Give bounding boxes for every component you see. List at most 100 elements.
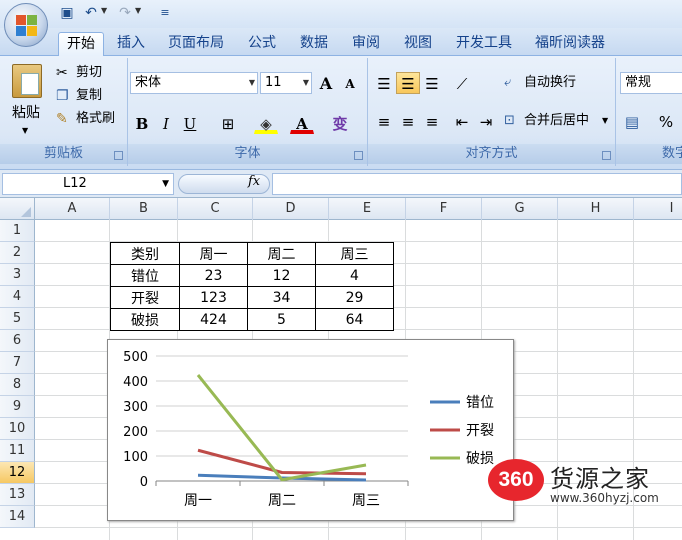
table-cell[interactable]: 12	[247, 264, 316, 287]
column-header-a[interactable]: A	[35, 198, 110, 220]
table-header-cell[interactable]: 类别	[110, 242, 180, 265]
y-tick-label: 300	[123, 400, 148, 415]
tab-view[interactable]: 视图	[396, 32, 440, 56]
row-header-13[interactable]: 13	[0, 484, 35, 506]
tab-home[interactable]: 开始	[58, 32, 104, 56]
table-header-cell[interactable]: 周二	[247, 242, 316, 265]
formula-input[interactable]	[272, 173, 682, 195]
tab-review[interactable]: 审阅	[344, 32, 388, 56]
grow-font-button[interactable]: A	[314, 72, 338, 94]
x-tick-label: 周一	[184, 493, 212, 509]
fill-color-icon[interactable]: ◈	[254, 112, 278, 134]
table-cell[interactable]: 29	[315, 286, 394, 309]
column-header-c[interactable]: C	[178, 198, 253, 220]
column-header-h[interactable]: H	[558, 198, 634, 220]
row-header-8[interactable]: 8	[0, 374, 35, 396]
select-all-button[interactable]	[0, 198, 35, 220]
underline-button[interactable]: U	[178, 112, 202, 134]
tab-formulas[interactable]: 公式	[240, 32, 284, 56]
align-center-icon[interactable]: ≡	[396, 110, 420, 132]
italic-button[interactable]: I	[154, 112, 178, 134]
row-header-5[interactable]: 5	[0, 308, 35, 330]
table-cell[interactable]: 开裂	[110, 286, 180, 309]
column-header-i[interactable]: I	[634, 198, 682, 220]
row-header-3[interactable]: 3	[0, 264, 35, 286]
orientation-icon[interactable]: ⟋	[450, 72, 474, 94]
tab-page-layout[interactable]: 页面布局	[160, 32, 232, 56]
redo-icon[interactable]: ↷	[116, 4, 134, 22]
merge-center-button[interactable]: 合并后居中	[524, 110, 589, 132]
clipboard-launcher-icon[interactable]	[114, 151, 123, 160]
wrap-text-button[interactable]: 自动换行	[524, 72, 576, 94]
number-format-select[interactable]: 常规	[620, 72, 682, 94]
decrease-indent-icon[interactable]: ⇤	[450, 110, 474, 132]
table-cell[interactable]: 23	[179, 264, 248, 287]
table-cell[interactable]: 5	[247, 308, 316, 331]
paste-dropdown-icon[interactable]: ▼	[22, 120, 28, 142]
column-header-d[interactable]: D	[253, 198, 329, 220]
table-cell[interactable]: 123	[179, 286, 248, 309]
customize-qat-icon[interactable]: ≡	[156, 4, 174, 22]
name-box[interactable]: L12 ▼	[2, 173, 174, 195]
row-header-4[interactable]: 4	[0, 286, 35, 308]
align-right-icon[interactable]: ≡	[420, 110, 444, 132]
paste-icon[interactable]	[12, 64, 42, 98]
merge-dropdown-icon[interactable]: ▼	[602, 110, 608, 132]
column-header-b[interactable]: B	[110, 198, 178, 220]
row-header-2[interactable]: 2	[0, 242, 35, 264]
alignment-launcher-icon[interactable]	[602, 151, 611, 160]
tab-data[interactable]: 数据	[292, 32, 336, 56]
office-button[interactable]	[4, 3, 48, 47]
increase-indent-icon[interactable]: ⇥	[474, 110, 498, 132]
align-bottom-icon[interactable]: ☰	[420, 72, 444, 94]
align-left-icon[interactable]: ≡	[372, 110, 396, 132]
insert-function-button[interactable]: fx	[248, 174, 260, 189]
bold-button[interactable]: B	[130, 112, 154, 134]
cut-button[interactable]: 剪切	[76, 62, 102, 84]
row-header-6[interactable]: 6	[0, 330, 35, 352]
font-name-select[interactable]: 宋体 ▼	[130, 72, 258, 94]
font-size-select[interactable]: 11 ▼	[260, 72, 312, 94]
font-launcher-icon[interactable]	[354, 151, 363, 160]
table-cell[interactable]: 4	[315, 264, 394, 287]
table-cell[interactable]: 64	[315, 308, 394, 331]
border-icon[interactable]: ⊞	[216, 112, 240, 134]
percent-button[interactable]: %	[654, 110, 678, 132]
line-chart[interactable]: 0 100 200 300 400 500 周一 周二 周三 错位 开裂 破损	[107, 339, 514, 521]
format-painter-button[interactable]: 格式刷	[76, 108, 115, 130]
row-header-11[interactable]: 11	[0, 440, 35, 462]
y-tick-label: 100	[123, 450, 148, 465]
row-header-12[interactable]: 12	[0, 462, 35, 484]
align-top-icon[interactable]: ☰	[372, 72, 396, 94]
save-icon[interactable]: ▣	[58, 4, 76, 22]
tab-insert[interactable]: 插入	[109, 32, 153, 56]
column-header-f[interactable]: F	[406, 198, 482, 220]
row-header-9[interactable]: 9	[0, 396, 35, 418]
table-cell[interactable]: 错位	[110, 264, 180, 287]
shrink-font-button[interactable]: A	[338, 72, 362, 94]
undo-icon[interactable]: ↶	[82, 4, 100, 22]
column-header-g[interactable]: G	[482, 198, 558, 220]
font-color-button[interactable]: A	[290, 112, 314, 134]
table-header-cell[interactable]: 周一	[179, 242, 248, 265]
undo-dropdown-icon[interactable]: ▼	[101, 6, 107, 15]
phonetic-guide-button[interactable]: 变	[328, 112, 352, 134]
table-cell[interactable]: 34	[247, 286, 316, 309]
row-header-10[interactable]: 10	[0, 418, 35, 440]
row-header-1[interactable]: 1	[0, 220, 35, 242]
clipboard-group: 粘贴 ▼ ✂ 剪切 ❐ 复制 ✎ 格式刷 剪贴板	[0, 58, 128, 166]
row-header-14[interactable]: 14	[0, 506, 35, 528]
table-cell[interactable]: 破损	[110, 308, 180, 331]
align-middle-icon[interactable]: ☰	[396, 72, 420, 94]
table-cell[interactable]: 424	[179, 308, 248, 331]
row-header-7[interactable]: 7	[0, 352, 35, 374]
clipboard-group-label: 剪贴板	[0, 144, 127, 164]
table-header-cell[interactable]: 周三	[315, 242, 394, 265]
tab-developer[interactable]: 开发工具	[448, 32, 520, 56]
name-box-value: L12	[63, 176, 87, 191]
tab-foxit-reader[interactable]: 福昕阅读器	[527, 32, 613, 56]
copy-button[interactable]: 复制	[76, 85, 102, 107]
column-header-e[interactable]: E	[329, 198, 406, 220]
accounting-format-icon[interactable]: ▤	[620, 110, 644, 132]
redo-dropdown-icon[interactable]: ▼	[135, 6, 141, 15]
